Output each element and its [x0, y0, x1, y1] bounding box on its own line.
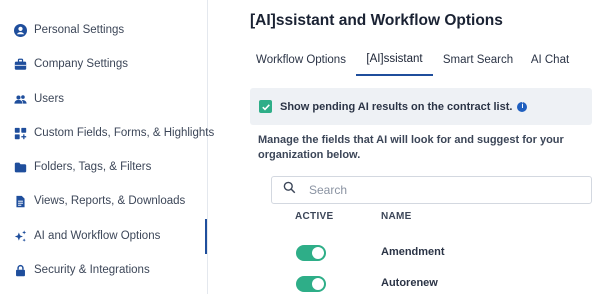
user-circle-icon	[14, 23, 27, 37]
pending-results-checkbox[interactable]	[259, 100, 272, 113]
sidebar-item-label: Personal Settings	[34, 24, 125, 36]
sidebar-item-security[interactable]: Security & Integrations	[0, 255, 205, 285]
grid-plus-icon	[14, 127, 27, 140]
sidebar-item-label: Users	[34, 93, 65, 105]
table-row: Amendment	[250, 237, 592, 267]
table-row: Autorenew	[250, 268, 592, 294]
sidebar-item-views-reports[interactable]: Views, Reports, & Downloads	[0, 186, 205, 216]
field-name: Amendment	[381, 246, 445, 258]
toggle-knob	[312, 278, 324, 290]
briefcase-icon	[14, 58, 27, 71]
sidebar-active-indicator	[205, 219, 207, 254]
sidebar-item-label: Folders, Tags, & Filters	[34, 161, 152, 173]
sparkle-icon	[14, 229, 27, 243]
search-icon	[283, 181, 296, 199]
column-header-active: ACTIVE	[295, 211, 334, 222]
tab-smart-search[interactable]: Smart Search	[437, 44, 519, 76]
tab-bar: Workflow Options [AI]ssistant Smart Sear…	[250, 44, 592, 76]
sidebar-item-custom-fields[interactable]: Custom Fields, Forms, & Highlights	[0, 118, 214, 148]
lock-icon	[14, 264, 27, 277]
sidebar-item-label: Company Settings	[34, 58, 128, 70]
sidebar-item-ai-workflow[interactable]: AI and Workflow Options	[0, 221, 205, 251]
field-name: Autorenew	[381, 277, 438, 289]
sidebar-item-users[interactable]: Users	[0, 84, 205, 114]
toggle-knob	[312, 247, 324, 259]
sidebar-item-label: AI and Workflow Options	[34, 230, 161, 242]
search-box	[271, 176, 592, 204]
search-input[interactable]	[309, 183, 569, 197]
sidebar-item-label: Custom Fields, Forms, & Highlights	[34, 127, 215, 139]
tab-workflow-options[interactable]: Workflow Options	[250, 44, 352, 76]
document-icon	[14, 195, 27, 208]
fields-description: Manage the fields that AI will look for …	[258, 134, 564, 161]
sidebar-item-personal-settings[interactable]: Personal Settings	[0, 15, 205, 45]
settings-sidebar: Personal Settings Company Settings Users…	[0, 0, 214, 294]
main-content: [AI]ssistant and Workflow Options Workfl…	[208, 0, 592, 294]
sidebar-item-company-settings[interactable]: Company Settings	[0, 49, 205, 79]
users-icon	[14, 93, 27, 106]
sidebar-item-label: Security & Integrations	[34, 264, 150, 276]
active-toggle[interactable]	[296, 276, 326, 292]
tab-ai-ssistant[interactable]: [AI]ssistant	[356, 44, 433, 76]
checkmark-icon	[261, 103, 270, 111]
info-icon[interactable]: i	[517, 101, 528, 112]
sidebar-item-label: Views, Reports, & Downloads	[34, 195, 186, 207]
tab-ai-chat[interactable]: AI Chat	[525, 44, 575, 76]
sidebar-item-folders-tags[interactable]: Folders, Tags, & Filters	[0, 152, 205, 182]
folder-icon	[14, 161, 27, 174]
pending-results-notice: Show pending AI results on the contract …	[250, 88, 592, 125]
page-title: [AI]ssistant and Workflow Options	[250, 12, 503, 29]
column-header-name: NAME	[381, 211, 412, 222]
active-toggle[interactable]	[296, 245, 326, 261]
pending-results-label: Show pending AI results on the contract …	[280, 100, 513, 113]
